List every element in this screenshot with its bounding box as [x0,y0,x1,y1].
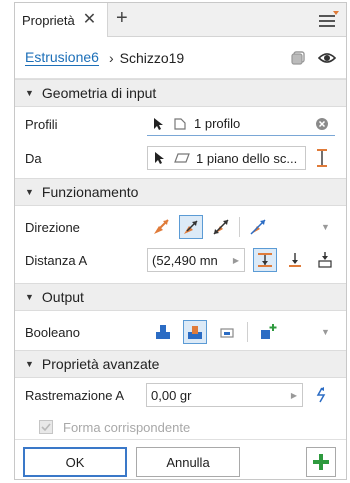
profiles-label: Profili [25,116,58,132]
distance-label: Distanza A [25,252,88,268]
collapse-icon: ▼ [25,187,34,197]
taper-flip-icon[interactable] [312,386,330,404]
tab-label: Proprietà [22,12,75,28]
section-title: Funzionamento [41,184,139,200]
plus-icon [313,454,329,470]
direction-label: Direzione [25,219,80,235]
section-input-geometry[interactable]: ▼ Geometria di input [15,79,346,107]
divider [247,322,248,342]
direction-flipped-icon[interactable] [179,215,203,239]
collapse-icon: ▼ [25,292,34,302]
direction-dropdown-icon[interactable]: ▼ [321,222,330,232]
taper-row: Rastremazione A 0,00 gr ▶ [15,379,346,411]
boolean-dropdown-icon[interactable]: ▼ [321,327,330,337]
eye-icon[interactable] [318,50,336,66]
breadcrumb: Estrusione6 › Schizzo19 [15,37,346,79]
divider [239,217,240,237]
new-solid-icon[interactable] [256,320,280,344]
section-advanced[interactable]: ▼ Proprietà avanzate [15,350,346,378]
intersect-icon[interactable] [215,320,239,344]
properties-panel: Proprietà ✕ + Estrusione6 › Schizzo19 ▼ … [14,2,347,480]
direction-symmetric-icon[interactable] [209,215,233,239]
distance-row: Distanza A (52,490 mn ▶ [15,244,346,276]
cursor-icon [154,117,163,130]
cut-icon[interactable] [183,320,207,344]
tab-bar: Proprietà ✕ + [15,3,346,37]
collapse-icon: ▼ [25,88,34,98]
ok-button[interactable]: OK [23,447,127,477]
to-next-icon[interactable] [283,248,307,272]
match-shape-checkbox[interactable] [39,420,53,434]
boolean-label: Booleano [25,324,80,340]
section-title: Proprietà avanzate [41,356,160,372]
feature-link[interactable]: Estrusione6 [25,49,99,66]
direction-asymmetric-icon[interactable] [246,215,270,239]
distance-input[interactable]: (52,490 mn ▶ [147,248,245,272]
clear-icon[interactable] [315,117,329,131]
from-row: Da 1 piano dello sc... [15,142,346,174]
cancel-button[interactable]: Annulla [136,447,240,477]
section-behavior[interactable]: ▼ Funzionamento [15,178,346,206]
from-selector[interactable]: 1 piano dello sc... [147,146,306,170]
section-title: Geometria di input [41,85,157,101]
join-icon[interactable] [151,320,175,344]
profiles-value: 1 profilo [194,116,241,131]
profile-icon [174,117,186,130]
collapse-icon: ▼ [25,359,34,369]
offset-icon[interactable] [314,148,330,168]
panel-menu-icon[interactable] [318,11,340,29]
direction-row: Direzione ▼ [15,211,346,243]
direction-default-icon[interactable] [149,215,173,239]
footer: OK Annulla [15,439,346,479]
taper-value: 0,00 gr [151,387,192,403]
through-all-icon[interactable] [313,248,337,272]
match-shape-label: Forma corrispondente [63,419,191,435]
taper-dropdown-icon[interactable]: ▶ [291,391,297,400]
distance-value: (52,490 mn [152,252,218,268]
sketch-name[interactable]: Schizzo19 [120,50,185,66]
apply-plus-button[interactable] [306,447,336,477]
distance-extent-icon[interactable] [253,248,277,272]
cursor-icon [155,152,164,164]
taper-label: Rastremazione A [25,387,124,403]
breadcrumb-separator: › [108,49,114,66]
profiles-row: Profili 1 profilo [15,108,346,140]
distance-dropdown-icon[interactable]: ▶ [233,256,239,265]
close-icon[interactable]: ✕ [83,12,96,28]
tab-properties[interactable]: Proprietà ✕ [15,3,108,37]
section-output[interactable]: ▼ Output [15,283,346,311]
from-label: Da [25,150,42,166]
section-title: Output [41,289,84,305]
from-value: 1 piano dello sc... [196,150,298,166]
boolean-row: Booleano ▼ [15,316,346,348]
taper-input[interactable]: 0,00 gr ▶ [146,383,303,407]
profiles-selector[interactable]: 1 profilo [147,112,335,136]
copy-icon[interactable] [290,50,306,66]
plane-icon [174,153,190,163]
add-tab-button[interactable]: + [116,8,128,28]
